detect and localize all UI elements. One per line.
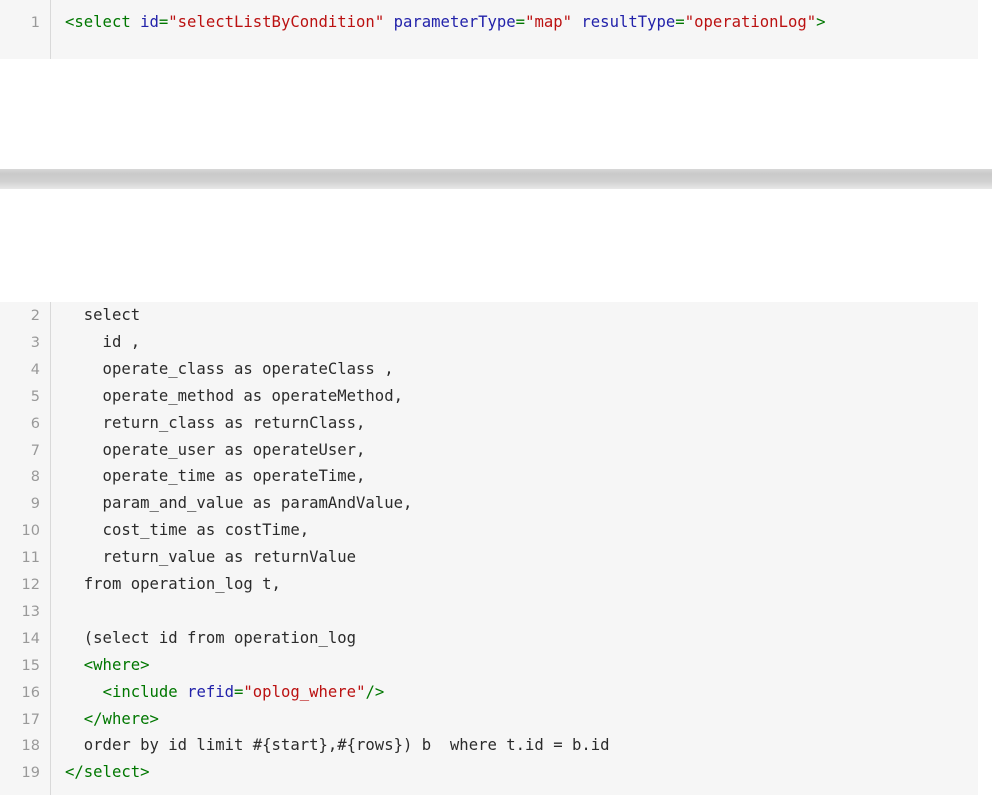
code-text: <include refid="oplog_where"/> (65, 679, 385, 706)
code-token-plain: param_and_value as paramAndValue, (65, 494, 413, 513)
code-token-plain: operate_method as operateMethod, (65, 386, 403, 405)
line-number: 8 (30, 469, 40, 486)
line-number: 7 (30, 442, 40, 459)
code-line: 7 operate_user as operateUser, (0, 437, 366, 464)
code-token-plain: return_class as returnClass, (65, 413, 366, 432)
code-line: 1 <select id="selectListByCondition" para… (0, 9, 826, 36)
code-token-plain: order by id limit #{start},#{rows}) b wh… (65, 736, 610, 755)
code-line: 4 operate_class as operateClass , (0, 356, 394, 383)
code-line: 2 select (0, 302, 140, 329)
code-token-attr: id (140, 13, 159, 31)
line-number: 14 (21, 630, 40, 647)
code-line: 8 operate_time as operateTime, (0, 463, 366, 490)
line-number: 11 (21, 550, 40, 567)
code-token-plain: cost_time as costTime, (65, 521, 310, 540)
code-token-tag: <where> (83, 655, 150, 674)
code-token-attr: refid (187, 682, 235, 701)
code-line: 16 <include refid="oplog_where"/> (0, 679, 385, 706)
line-number: 19 (21, 765, 40, 782)
line-number: 17 (21, 711, 40, 728)
line-number: 1 (30, 15, 40, 31)
code-block-top: 1 <select id="selectListByCondition" para… (0, 0, 978, 59)
line-number: 10 (21, 523, 40, 540)
code-line: 19 </select> (0, 759, 150, 786)
code-text: operate_user as operateUser, (65, 437, 366, 464)
code-text: param_and_value as paramAndValue, (65, 490, 413, 517)
code-line: 10 cost_time as costTime, (0, 517, 310, 544)
code-text: </where> (65, 706, 159, 733)
line-number: 12 (21, 577, 40, 593)
line-number: 4 (30, 361, 40, 378)
code-text: return_class as returnClass, (65, 410, 366, 437)
code-token-plain: operate_user as operateUser, (65, 440, 366, 459)
code-token-tag: = (234, 682, 244, 701)
code-line: 12 from operation_log t, (0, 571, 281, 598)
code-token-tag (572, 13, 581, 31)
code-token-tag: = (158, 13, 169, 31)
code-line: 11 return_value as returnValue (0, 544, 357, 571)
code-text: return_value as returnValue (65, 544, 357, 571)
line-number: 2 (30, 308, 40, 324)
gutter-divider (50, 0, 51, 59)
code-token-plain: select (65, 306, 141, 324)
line-number: 5 (30, 388, 40, 405)
code-text: operate_method as operateMethod, (65, 383, 403, 410)
line-number: 6 (30, 415, 40, 432)
code-token-attr: resultType (581, 13, 676, 31)
code-token-str: "selectListByCondition" (168, 13, 385, 31)
code-token-tag: /> (365, 682, 385, 701)
code-token-plain: return_value as returnValue (65, 548, 357, 567)
code-token-str: "map" (525, 13, 573, 31)
code-line: 13 (0, 598, 40, 625)
code-line: 18 order by id limit #{start},#{rows}) b… (0, 732, 610, 759)
gutter-divider (50, 302, 51, 795)
code-token-tag: > (816, 13, 826, 31)
code-text: </select> (65, 759, 150, 786)
line-number: 16 (21, 684, 40, 701)
line-number: 15 (21, 657, 40, 674)
code-block-bottom: 2 select 3 id ,4 operate_class as operate… (0, 302, 978, 795)
code-token-attr: parameterType (393, 13, 516, 31)
code-text: <where> (65, 652, 150, 679)
code-text: (select id from operation_log (65, 625, 356, 652)
code-text: operate_class as operateClass , (65, 356, 394, 383)
line-number: 3 (30, 334, 40, 351)
code-token-plain: (select id from operation_log (65, 628, 357, 647)
code-token-plain: from operation_log t, (65, 575, 281, 593)
code-line: 14 (select id from operation_log (0, 625, 357, 652)
line-number: 18 (21, 738, 40, 755)
code-token-tag: <select (65, 13, 141, 31)
code-line: 6 return_class as returnClass, (0, 410, 366, 437)
code-token-tag: </where> (83, 709, 159, 728)
code-token-plain: id , (65, 332, 141, 351)
code-text: from operation_log t, (65, 571, 281, 598)
code-token-tag: = (675, 13, 685, 31)
code-line: 9 param_and_value as paramAndValue, (0, 490, 413, 517)
code-text: id , (65, 329, 141, 356)
code-line: 17 </where> (0, 706, 159, 733)
code-token-plain: operate_class as operateClass , (65, 359, 394, 378)
code-line: 5 operate_method as operateMethod, (0, 383, 403, 410)
code-text: cost_time as costTime, (65, 517, 310, 544)
code-text: order by id limit #{start},#{rows}) b wh… (65, 732, 610, 759)
code-token-tag: </select> (65, 763, 150, 782)
code-token-tag (384, 13, 393, 31)
code-token-str: "oplog_where" (243, 682, 366, 701)
section-divider-bar (0, 169, 992, 189)
line-number: 9 (30, 496, 40, 513)
code-token-plain: operate_time as operateTime, (65, 467, 366, 486)
line-number: 13 (21, 603, 40, 620)
code-token-tag: = (515, 13, 526, 31)
code-token-tag: <include (102, 682, 188, 701)
code-text: operate_time as operateTime, (65, 463, 366, 490)
code-token-str: "operationLog" (684, 13, 817, 31)
code-line: 3 id , (0, 329, 140, 356)
code-text: select (65, 302, 140, 329)
code-text: <select id="selectListByCondition" param… (65, 9, 826, 36)
code-line: 15 <where> (0, 652, 150, 679)
